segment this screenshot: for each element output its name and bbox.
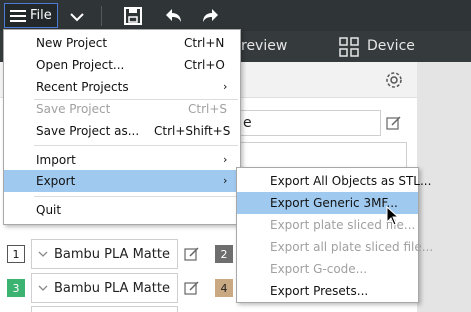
- name-field-value: e: [243, 115, 252, 131]
- edit-icon[interactable]: [184, 246, 200, 262]
- redo-icon[interactable]: [200, 5, 222, 27]
- menu-item-label: Save Project: [36, 102, 111, 116]
- menu-item-label: Export: [36, 174, 76, 188]
- menu-item-label: New Project: [36, 36, 108, 50]
- menu-item-quit[interactable]: Quit: [4, 199, 240, 221]
- undo-icon[interactable]: [162, 5, 184, 27]
- filament-number: 2: [220, 247, 228, 261]
- chevron-right-icon: ›: [223, 174, 228, 187]
- save-icon[interactable]: [122, 5, 144, 27]
- gear-icon[interactable]: [385, 71, 403, 89]
- name-field[interactable]: e: [236, 110, 381, 136]
- filament-number-badge: 1: [7, 245, 25, 263]
- filament-number: 3: [12, 281, 20, 295]
- filament-combo[interactable]: Bambu PLA Matte: [31, 273, 178, 303]
- menu-item-export[interactable]: Export ›: [4, 170, 240, 192]
- menu-item-shortcut: Ctrl+N: [184, 36, 225, 50]
- filament-combo[interactable]: [31, 306, 178, 312]
- chevron-down-icon: [38, 251, 48, 257]
- menu-item-save-project-as[interactable]: Save Project as... Ctrl+Shift+S: [4, 120, 240, 142]
- menu-item-label: Recent Projects: [36, 80, 129, 94]
- file-menu: New Project Ctrl+N Open Project... Ctrl+…: [3, 29, 241, 225]
- filament-number: 4: [220, 281, 228, 295]
- menu-item-open-project[interactable]: Open Project... Ctrl+O: [4, 54, 240, 76]
- filament-label: Bambu PLA Matte: [54, 280, 170, 296]
- toolbar-divider: [101, 6, 102, 26]
- menu-item-export-gcode[interactable]: Export G-code...: [237, 258, 418, 280]
- menu-item-label: Export all plate sliced file...: [270, 240, 434, 254]
- menu-item-label: Export Presets...: [270, 284, 369, 298]
- menu-separator: [34, 196, 238, 197]
- menu-separator: [34, 145, 238, 146]
- menu-item-new-project[interactable]: New Project Ctrl+N: [4, 32, 240, 54]
- filament-number-badge: 3: [7, 279, 25, 297]
- menu-item-recent-projects[interactable]: Recent Projects ›: [4, 76, 240, 98]
- chevron-right-icon: ›: [223, 80, 228, 93]
- hamburger-icon: [10, 9, 26, 22]
- filament-number-badge: 2: [215, 245, 233, 263]
- menu-item-shortcut: Ctrl+Shift+S: [154, 124, 231, 138]
- file-menu-button[interactable]: File: [4, 3, 58, 28]
- edit-icon[interactable]: [386, 115, 402, 131]
- chevron-right-icon: ›: [223, 153, 228, 166]
- device-icon: [339, 37, 359, 57]
- menu-item-import[interactable]: Import ›: [4, 149, 240, 171]
- menu-item-export-presets[interactable]: Export Presets...: [237, 280, 418, 302]
- menu-item-label: Export Generic 3MF...: [270, 196, 398, 210]
- edit-icon[interactable]: [184, 280, 200, 296]
- menu-item-label: Quit: [36, 203, 62, 217]
- chevron-down-icon[interactable]: [66, 5, 88, 27]
- file-menu-label: File: [30, 8, 52, 23]
- tab-device[interactable]: Device: [367, 38, 415, 54]
- menu-item-label: Export All Objects as STL...: [270, 174, 432, 188]
- menu-item-label: Export G-code...: [270, 262, 368, 276]
- menu-item-label: Import: [36, 153, 76, 167]
- chevron-down-icon: [38, 285, 48, 291]
- menu-item-save-project[interactable]: Save Project Ctrl+S: [4, 98, 240, 120]
- top-toolbar: File: [0, 0, 471, 31]
- filament-combo[interactable]: Bambu PLA Matte: [31, 239, 178, 269]
- menu-item-shortcut: Ctrl+O: [184, 58, 225, 72]
- menu-item-export-all-stl[interactable]: Export All Objects as STL...: [237, 170, 431, 192]
- menu-item-label: Save Project as...: [36, 124, 140, 138]
- filament-number: 1: [12, 247, 20, 261]
- menu-item-label: Open Project...: [36, 58, 125, 72]
- menu-item-shortcut: Ctrl+S: [188, 102, 228, 116]
- mouse-cursor-icon: [386, 206, 400, 226]
- menu-item-export-all-plate-sliced[interactable]: Export all plate sliced file...: [237, 236, 433, 258]
- filament-number-badge: 4: [215, 279, 233, 297]
- filament-label: Bambu PLA Matte: [54, 246, 170, 262]
- tab-preview[interactable]: review: [241, 38, 287, 54]
- export-submenu: Export All Objects as STL... Export Gene…: [236, 167, 433, 303]
